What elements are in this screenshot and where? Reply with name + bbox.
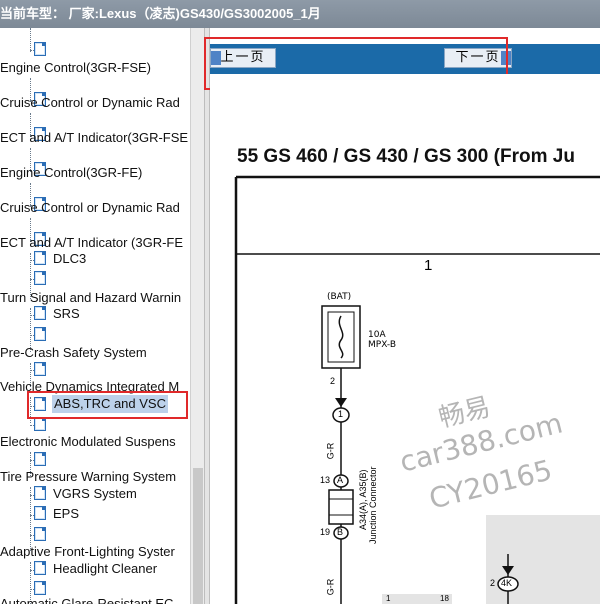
tree-item-label: ECT and A/T Indicator(3GR-FSE xyxy=(0,130,189,145)
document-icon[interactable] xyxy=(34,327,46,341)
tree-scrollbar[interactable] xyxy=(190,28,204,604)
fuse-rating: 10A xyxy=(368,330,386,340)
bat-label: (BAT) xyxy=(327,292,352,302)
tree-item-tire-pressure[interactable]: Tire Pressure Warning System xyxy=(0,467,176,487)
wire-arrow xyxy=(335,398,347,407)
tree-item-label: Engine Control(3GR-FSE) xyxy=(0,60,151,75)
document-icon[interactable] xyxy=(34,251,46,265)
tree-item-label: Adaptive Front-Lighting Syster xyxy=(0,544,175,559)
tree-item-glare-resistant[interactable]: Automatic Glare-Resistant EC xyxy=(0,594,173,604)
tree-item-label: Automatic Glare-Resistant EC xyxy=(0,596,174,604)
tree-item-afs[interactable]: Adaptive Front-Lighting Syster xyxy=(0,542,175,562)
window-title: 当前车型： 厂家:Lexus（凌志)GS430/GS3002005_1月 xyxy=(0,0,600,28)
connector-1-label: 1 xyxy=(338,409,344,419)
scrollbar-thumb[interactable] xyxy=(193,468,203,604)
tree-item-label: Cruise Control or Dynamic Rad xyxy=(0,95,180,110)
document-icon[interactable] xyxy=(34,271,46,285)
tree-item-label: Engine Control(3GR-FE) xyxy=(0,165,143,180)
tree-item-label: Electronic Modulated Suspens xyxy=(0,434,176,449)
highlight-box-tree xyxy=(27,391,188,419)
pin-b-label: B xyxy=(337,527,344,537)
tree-item-vgrs[interactable]: VGRS System xyxy=(53,485,137,503)
tree-item-srs[interactable]: SRS xyxy=(53,305,80,323)
document-icon[interactable] xyxy=(34,486,46,500)
tree-item-label: ECT and A/T Indicator (3GR-FE xyxy=(0,235,184,250)
document-icon[interactable] xyxy=(34,452,46,466)
document-icon[interactable] xyxy=(34,527,46,541)
fuse-name: MPX-B xyxy=(368,340,397,350)
bottom-pin-1: 1 xyxy=(386,594,391,603)
pin-19: 19 xyxy=(320,527,331,537)
document-icon[interactable] xyxy=(34,417,46,431)
tree-item-label: Pre-Crash Safety System xyxy=(0,345,147,360)
bottom-pin-18: 18 xyxy=(440,594,449,603)
diagram-viewer[interactable]: 55 GS 460 / GS 430 / GS 300 (From Ju 1 (… xyxy=(210,74,600,604)
pin-13: 13 xyxy=(320,475,331,485)
tree-item-label: Tire Pressure Warning System xyxy=(0,469,177,484)
tree-item-ect-at-indicator-fe[interactable]: ECT and A/T Indicator (3GR-FE xyxy=(0,233,183,253)
document-icon[interactable] xyxy=(34,561,46,575)
document-icon[interactable] xyxy=(34,362,46,376)
tree-item-ect-at-indicator-fse[interactable]: ECT and A/T Indicator(3GR-FSE xyxy=(0,128,188,148)
junction-connector-code: A34(A), A35(B) xyxy=(358,469,368,530)
tree-item-engine-control-3gr-fe[interactable]: Engine Control(3GR-FE) xyxy=(0,163,142,183)
document-icon[interactable] xyxy=(34,42,46,56)
tree-item-cruise-control-1[interactable]: Cruise Control or Dynamic Rad xyxy=(0,93,180,113)
tree-item-engine-control-3gr-fse[interactable]: Engine Control(3GR-FSE) xyxy=(0,58,151,78)
tree-item-pre-crash[interactable]: Pre-Crash Safety System xyxy=(0,343,147,363)
tree-item-eps[interactable]: EPS xyxy=(53,505,79,523)
tree-item-label: Cruise Control or Dynamic Rad xyxy=(0,200,180,215)
tree-item-dlc3[interactable]: DLC3 xyxy=(53,250,86,268)
pin-a-label: A xyxy=(337,475,344,485)
wire-color-gr: G-R xyxy=(325,442,336,460)
topic-tree: Engine Control(3GR-FSE) Cruise Control o… xyxy=(0,28,190,604)
section-number: 1 xyxy=(424,257,433,274)
wire-color-gr-2: G-R xyxy=(325,578,336,596)
tree-item-headlight-cleaner[interactable]: Headlight Cleaner xyxy=(53,560,157,578)
tree-item-turn-signal[interactable]: Turn Signal and Hazard Warnin xyxy=(0,288,181,308)
junction-connector-name: Junction Connector xyxy=(368,466,378,544)
tree-item-label: Turn Signal and Hazard Warnin xyxy=(0,290,182,305)
tree-connector xyxy=(30,28,31,52)
document-icon[interactable] xyxy=(34,306,46,320)
document-icon[interactable] xyxy=(34,506,46,520)
junction-block xyxy=(328,489,354,525)
wiring-diagram xyxy=(234,175,600,604)
connector-4k-label: 4K xyxy=(501,578,513,588)
document-icon[interactable] xyxy=(34,581,46,595)
tree-item-emsc[interactable]: Electronic Modulated Suspens xyxy=(0,432,176,452)
pin-2: 2 xyxy=(330,376,336,386)
right-pin-2: 2 xyxy=(490,578,496,588)
tree-item-cruise-control-2[interactable]: Cruise Control or Dynamic Rad xyxy=(0,198,180,218)
